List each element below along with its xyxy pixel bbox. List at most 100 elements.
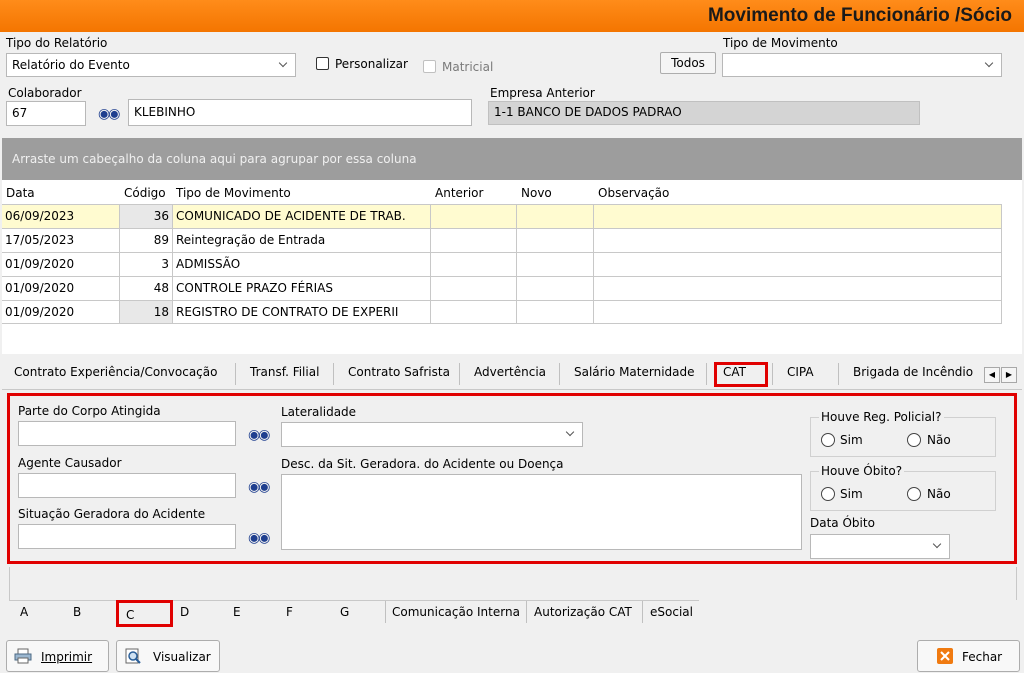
visualizar-label: Visualizar bbox=[153, 650, 211, 664]
colaborador-code-input[interactable]: 67 bbox=[6, 101, 86, 126]
sub-tab-c-highlight bbox=[116, 600, 173, 627]
binoculars-icon[interactable]: ◉◉ bbox=[98, 106, 120, 122]
cell-anterior bbox=[431, 253, 517, 276]
chevron-down-icon bbox=[985, 57, 995, 71]
cell-novo bbox=[517, 229, 594, 252]
group-by-panel[interactable]: Arraste um cabeçalho da coluna aqui para… bbox=[2, 138, 1022, 180]
cat-panel-highlight bbox=[7, 393, 1017, 564]
col-header-data[interactable]: Data bbox=[2, 180, 35, 205]
title-bar: Movimento de Funcionário /Sócio bbox=[0, 0, 1024, 32]
tab-scroll-left-icon[interactable]: ◀ bbox=[984, 367, 1000, 383]
report-type-label: Tipo do Relatório bbox=[6, 36, 108, 50]
matricial-checkbox[interactable] bbox=[423, 60, 436, 73]
col-header-tipo[interactable]: Tipo de Movimento bbox=[172, 180, 291, 205]
col-header-novo[interactable]: Novo bbox=[517, 180, 552, 205]
cell-anterior bbox=[431, 205, 517, 228]
preview-icon bbox=[125, 648, 141, 664]
tab-salario-maternidade[interactable]: Salário Maternidade bbox=[574, 365, 695, 379]
tab-separator bbox=[235, 363, 236, 385]
cell-tipo: ADMISSÃO bbox=[173, 253, 431, 276]
sub-tab-g[interactable]: G bbox=[340, 605, 349, 619]
cell-observacao bbox=[594, 253, 1002, 276]
cell-anterior bbox=[431, 277, 517, 300]
cell-tipo: Reintegração de Entrada bbox=[173, 229, 431, 252]
cell-codigo: 3 bbox=[120, 253, 173, 276]
col-header-codigo[interactable]: Código bbox=[120, 180, 166, 205]
empresa-anterior-label: Empresa Anterior bbox=[490, 86, 595, 100]
sub-tab-autorizacao-cat[interactable]: Autorização CAT bbox=[534, 605, 632, 619]
sub-tab-strip: A B C D E F G Comunicação Interna Autori… bbox=[9, 600, 699, 624]
cell-observacao bbox=[594, 277, 1002, 300]
cell-data: 01/09/2020 bbox=[2, 301, 120, 324]
movements-grid: Data Código Tipo de Movimento Anterior N… bbox=[2, 180, 1022, 354]
personalizar-label: Personalizar bbox=[335, 57, 408, 71]
cell-codigo: 89 bbox=[120, 229, 173, 252]
cell-anterior bbox=[431, 301, 517, 324]
sub-tab-comunicacao-interna[interactable]: Comunicação Interna bbox=[392, 605, 520, 619]
tab-separator bbox=[838, 363, 839, 385]
cell-data: 06/09/2023 bbox=[2, 205, 120, 228]
sub-tab-f[interactable]: F bbox=[286, 605, 293, 619]
visualizar-button[interactable]: Visualizar bbox=[116, 640, 220, 672]
movement-type-label: Tipo de Movimento bbox=[723, 36, 838, 50]
sub-tab-esocial[interactable]: eSocial bbox=[650, 605, 693, 619]
group-by-hint: Arraste um cabeçalho da coluna aqui para… bbox=[12, 152, 417, 166]
col-header-observacao[interactable]: Observação bbox=[594, 180, 669, 205]
tab-contrato-safrista[interactable]: Contrato Safrista bbox=[348, 365, 450, 379]
cell-tipo: COMUNICADO DE ACIDENTE DE TRAB. bbox=[173, 205, 431, 228]
cell-data: 01/09/2020 bbox=[2, 253, 120, 276]
tab-separator bbox=[559, 363, 560, 385]
cat-tab-highlight bbox=[714, 362, 768, 387]
tab-separator bbox=[706, 363, 707, 385]
colaborador-label: Colaborador bbox=[8, 86, 82, 100]
cell-novo bbox=[517, 301, 594, 324]
tab-strip: Contrato Experiência/Convocação Transf. … bbox=[2, 357, 1022, 390]
cell-novo bbox=[517, 205, 594, 228]
imprimir-button[interactable]: Imprimir bbox=[6, 640, 109, 672]
cell-observacao bbox=[594, 301, 1002, 324]
cell-observacao bbox=[594, 229, 1002, 252]
cell-codigo: 36 bbox=[120, 205, 173, 228]
table-row[interactable]: 01/09/2020 48 CONTROLE PRAZO FÉRIAS bbox=[2, 276, 1002, 300]
colaborador-name-input[interactable]: KLEBINHO bbox=[128, 99, 472, 126]
cell-observacao bbox=[594, 205, 1002, 228]
cell-data: 17/05/2023 bbox=[2, 229, 120, 252]
subpanel-area bbox=[9, 567, 1017, 600]
empresa-anterior-field: 1-1 BANCO DE DADOS PADRAO bbox=[488, 101, 920, 125]
tab-cipa[interactable]: CIPA bbox=[787, 365, 814, 379]
cell-novo bbox=[517, 253, 594, 276]
todos-button[interactable]: Todos bbox=[660, 52, 716, 74]
cell-tipo: REGISTRO DE CONTRATO DE EXPERII bbox=[173, 301, 431, 324]
tab-brigada-incendio[interactable]: Brigada de Incêndio bbox=[853, 365, 973, 379]
col-header-anterior[interactable]: Anterior bbox=[431, 180, 483, 205]
sub-tab-a[interactable]: A bbox=[20, 605, 28, 619]
personalizar-checkbox[interactable] bbox=[316, 57, 329, 70]
tab-separator bbox=[385, 601, 386, 623]
tab-scroll-right-icon[interactable]: ▶ bbox=[1001, 367, 1017, 383]
cell-codigo: 48 bbox=[120, 277, 173, 300]
table-row[interactable]: 06/09/2023 36 COMUNICADO DE ACIDENTE DE … bbox=[2, 204, 1002, 228]
tab-advertencia[interactable]: Advertência bbox=[474, 365, 546, 379]
tab-contrato-experiencia[interactable]: Contrato Experiência/Convocação bbox=[14, 365, 217, 379]
cell-anterior bbox=[431, 229, 517, 252]
sub-tab-d[interactable]: D bbox=[180, 605, 189, 619]
fechar-label: Fechar bbox=[962, 650, 1003, 664]
window-title: Movimento de Funcionário /Sócio bbox=[707, 5, 1012, 26]
cell-novo bbox=[517, 277, 594, 300]
grid-bottom-border bbox=[2, 323, 1002, 324]
table-row[interactable]: 01/09/2020 3 ADMISSÃO bbox=[2, 252, 1002, 276]
tab-transf-filial[interactable]: Transf. Filial bbox=[250, 365, 319, 379]
fechar-button[interactable]: Fechar bbox=[917, 640, 1020, 672]
cell-codigo: 18 bbox=[120, 301, 173, 324]
tab-separator bbox=[772, 363, 773, 385]
sub-tab-b[interactable]: B bbox=[73, 605, 81, 619]
movement-type-select[interactable] bbox=[722, 53, 1002, 77]
tab-separator bbox=[459, 363, 460, 385]
table-row[interactable]: 01/09/2020 18 REGISTRO DE CONTRATO DE EX… bbox=[2, 300, 1002, 324]
close-icon bbox=[937, 648, 953, 664]
report-type-value: Relatório do Evento bbox=[12, 58, 130, 72]
report-type-select[interactable]: Relatório do Evento bbox=[6, 53, 296, 77]
tab-separator bbox=[526, 601, 527, 623]
sub-tab-e[interactable]: E bbox=[233, 605, 241, 619]
table-row[interactable]: 17/05/2023 89 Reintegração de Entrada bbox=[2, 228, 1002, 252]
